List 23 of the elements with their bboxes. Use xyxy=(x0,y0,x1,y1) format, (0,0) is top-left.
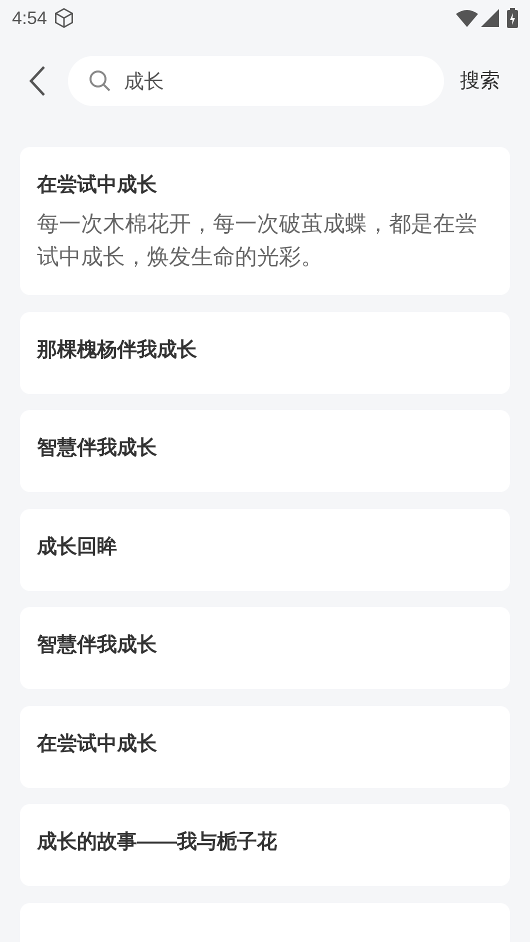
result-snippet: 每一次木棉花开，每一次破茧成蝶，都是在尝试中成长，焕发生命的光彩。 xyxy=(37,210,478,271)
result-title: 在尝试中成长 xyxy=(37,732,158,756)
result-card[interactable]: 成长回眸 xyxy=(20,508,510,590)
result-title: 智慧伴我成长 xyxy=(37,633,158,658)
result-card[interactable]: 成长的故事——我与栀子花 xyxy=(20,804,510,886)
result-title: 智慧伴我成长 xyxy=(37,436,158,461)
status-time: 4:54 xyxy=(12,6,48,30)
result-title: 在尝试中成长 xyxy=(37,173,158,198)
search-field[interactable]: 成长 xyxy=(68,56,444,106)
result-card[interactable]: 在尝试中成长 xyxy=(20,706,510,788)
result-card[interactable]: 在尝试中成长 每一次木棉花开，每一次破茧成蝶，都是在尝试中成长，焕发生命的光彩。 xyxy=(20,147,510,295)
result-card[interactable]: 智慧伴我成长 xyxy=(20,607,510,689)
cube-icon xyxy=(53,7,76,29)
result-title: 那棵槐杨伴我成长 xyxy=(37,338,198,362)
battery-icon xyxy=(507,8,518,28)
result-title: 成长的故事——我与栀子花 xyxy=(37,830,278,855)
wifi-icon xyxy=(456,9,478,27)
result-card[interactable]: 智慧伴我成长 xyxy=(20,410,510,492)
result-card[interactable]: 那棵槐杨伴我成长 xyxy=(20,312,510,394)
signal-icon xyxy=(481,9,499,27)
search-icon xyxy=(88,69,112,93)
result-title: 成长回眸 xyxy=(37,534,118,560)
search-button[interactable]: 搜索 xyxy=(460,66,500,96)
